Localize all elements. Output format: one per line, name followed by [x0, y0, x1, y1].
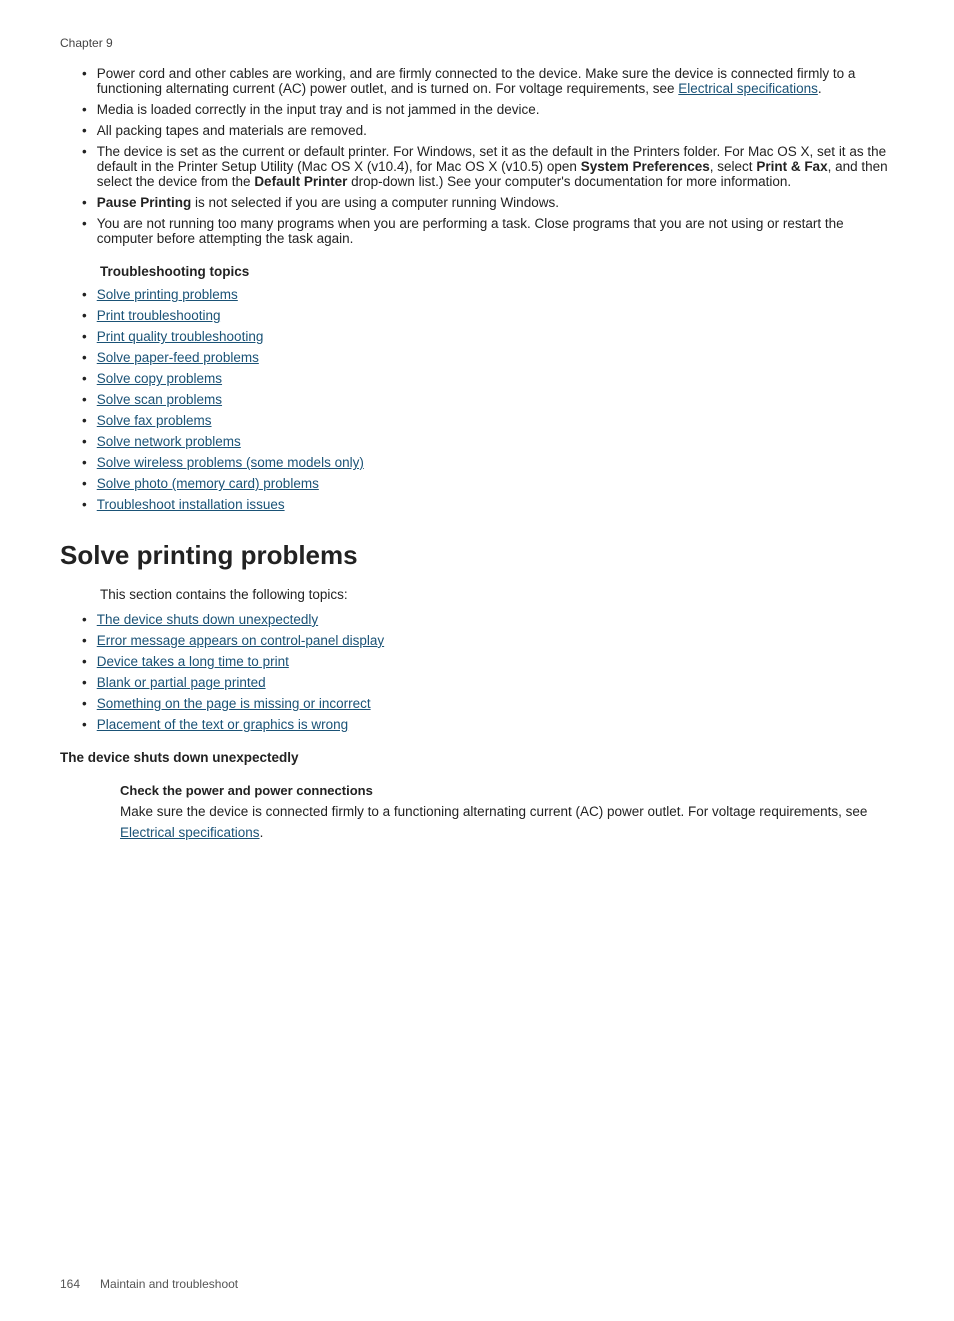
intro-bullets: Power cord and other cables are working,… — [60, 66, 894, 246]
troubleshooting-topics-heading: Troubleshooting topics — [100, 264, 894, 279]
print-quality-link[interactable]: Print quality troubleshooting — [97, 329, 264, 344]
list-item: Solve printing problems — [60, 287, 894, 302]
footer-page-number: 164 — [60, 1277, 80, 1291]
list-item: Solve fax problems — [60, 413, 894, 428]
solve-printing-link[interactable]: Solve printing problems — [97, 287, 238, 302]
solve-printing-intro: This section contains the following topi… — [100, 585, 894, 606]
list-item: Solve photo (memory card) problems — [60, 476, 894, 491]
list-item: Solve scan problems — [60, 392, 894, 407]
list-item: All packing tapes and materials are remo… — [60, 123, 894, 138]
wireless-problems-link[interactable]: Solve wireless problems (some models onl… — [97, 455, 364, 470]
bullet-text: Pause Printing is not selected if you ar… — [97, 195, 559, 210]
electrical-specs-link-1[interactable]: Electrical specifications — [678, 81, 818, 96]
list-item: Device takes a long time to print — [60, 654, 894, 669]
blank-partial-link[interactable]: Blank or partial page printed — [97, 675, 266, 690]
troubleshooting-topics-list: Solve printing problems Print troublesho… — [60, 287, 894, 512]
footer-label: Maintain and troubleshoot — [100, 1277, 238, 1291]
list-item: Solve wireless problems (some models onl… — [60, 455, 894, 470]
check-power-text: Make sure the device is connected firmly… — [120, 802, 894, 844]
device-shuts-heading: The device shuts down unexpectedly — [60, 750, 894, 765]
photo-problems-link[interactable]: Solve photo (memory card) problems — [97, 476, 319, 491]
list-item: Solve network problems — [60, 434, 894, 449]
list-item: The device is set as the current or defa… — [60, 144, 894, 189]
list-item: Placement of the text or graphics is wro… — [60, 717, 894, 732]
list-item: Print quality troubleshooting — [60, 329, 894, 344]
list-item: Power cord and other cables are working,… — [60, 66, 894, 96]
fax-problems-link[interactable]: Solve fax problems — [97, 413, 212, 428]
check-power-text-content: Make sure the device is connected firmly… — [120, 804, 867, 840]
chapter-label: Chapter 9 — [60, 36, 894, 50]
scan-problems-link[interactable]: Solve scan problems — [97, 392, 222, 407]
bullet-text: The device is set as the current or defa… — [97, 144, 894, 189]
solve-printing-list: The device shuts down unexpectedly Error… — [60, 612, 894, 732]
list-item: Pause Printing is not selected if you ar… — [60, 195, 894, 210]
network-problems-link[interactable]: Solve network problems — [97, 434, 241, 449]
bullet-text: Power cord and other cables are working,… — [97, 66, 894, 96]
device-shuts-link[interactable]: The device shuts down unexpectedly — [97, 612, 318, 627]
electrical-specs-link-2[interactable]: Electrical specifications — [120, 825, 260, 840]
list-item: Print troubleshooting — [60, 308, 894, 323]
solve-printing-heading: Solve printing problems — [60, 540, 894, 571]
list-item: Something on the page is missing or inco… — [60, 696, 894, 711]
bullet-text: All packing tapes and materials are remo… — [97, 123, 367, 138]
page: Chapter 9 Power cord and other cables ar… — [0, 0, 954, 1321]
footer: 164 Maintain and troubleshoot — [60, 1277, 894, 1291]
list-item: Media is loaded correctly in the input t… — [60, 102, 894, 117]
print-troubleshooting-link[interactable]: Print troubleshooting — [97, 308, 221, 323]
bullet-text: You are not running too many programs wh… — [97, 216, 894, 246]
list-item: Blank or partial page printed — [60, 675, 894, 690]
error-message-link[interactable]: Error message appears on control-panel d… — [97, 633, 384, 648]
list-item: The device shuts down unexpectedly — [60, 612, 894, 627]
list-item: You are not running too many programs wh… — [60, 216, 894, 246]
device-takes-long-link[interactable]: Device takes a long time to print — [97, 654, 289, 669]
placement-wrong-link[interactable]: Placement of the text or graphics is wro… — [97, 717, 348, 732]
copy-problems-link[interactable]: Solve copy problems — [97, 371, 222, 386]
check-power-heading: Check the power and power connections — [120, 783, 894, 798]
troubleshoot-installation-link[interactable]: Troubleshoot installation issues — [97, 497, 285, 512]
list-item: Solve copy problems — [60, 371, 894, 386]
something-missing-link[interactable]: Something on the page is missing or inco… — [97, 696, 371, 711]
list-item: Solve paper-feed problems — [60, 350, 894, 365]
bullet-text: Media is loaded correctly in the input t… — [97, 102, 540, 117]
list-item: Error message appears on control-panel d… — [60, 633, 894, 648]
paper-feed-link[interactable]: Solve paper-feed problems — [97, 350, 259, 365]
list-item: Troubleshoot installation issues — [60, 497, 894, 512]
